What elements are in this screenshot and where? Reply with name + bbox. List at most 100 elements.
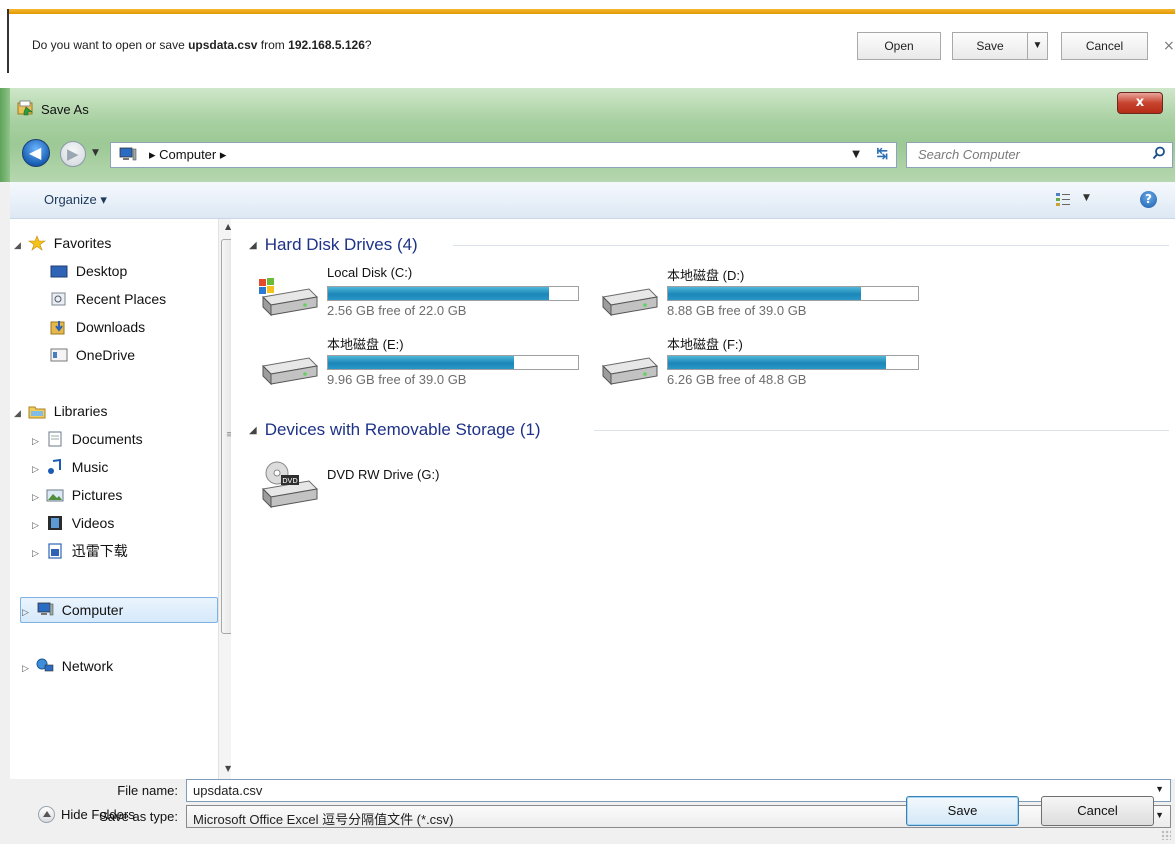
nav-music-label: Music — [71, 459, 109, 475]
hide-folders-button[interactable]: Hide Folders — [38, 806, 135, 823]
hard-disk-drives-heading[interactable]: ◢ Hard Disk Drives (4) — [249, 235, 418, 255]
nav-videos[interactable]: ▷ Videos — [32, 512, 114, 534]
desktop-icon — [50, 265, 68, 278]
breadcrumb-separator[interactable]: ▸ — [149, 147, 156, 162]
collapsed-arrow-icon[interactable]: ▷ — [32, 430, 42, 452]
removable-storage-heading[interactable]: ◢ Devices with Removable Storage (1) — [249, 420, 541, 440]
search-icon[interactable] — [1152, 146, 1166, 160]
resize-grip[interactable] — [1161, 830, 1171, 840]
navigation-pane: ◢ Favorites Desktop Recent Places Downlo… — [10, 219, 239, 779]
collapse-arrow-icon — [38, 806, 55, 823]
nav-libraries[interactable]: ◢ Libraries — [14, 400, 107, 422]
save-type-select[interactable]: Microsoft Office Excel 逗号分隔值文件 (*.csv) ▼ — [186, 805, 1171, 828]
expanded-arrow-icon[interactable]: ◢ — [14, 402, 24, 424]
save-as-dialog: Save As x ◀ ▶ ▼ ▸ Computer ▸ ▼ ↹ Search … — [0, 88, 1175, 844]
file-name-field[interactable]: upsdata.csv ▼ — [186, 779, 1171, 802]
drive-usage-fill — [328, 287, 549, 300]
group-divider — [453, 245, 1169, 246]
removable-storage-label: Devices with Removable Storage (1) — [264, 420, 541, 439]
notification-text-middle: from — [257, 38, 289, 52]
search-box[interactable]: Search Computer — [906, 142, 1173, 168]
nav-computer[interactable]: ▷ Computer — [22, 599, 123, 621]
breadcrumb-computer[interactable]: Computer — [159, 147, 216, 162]
collapsed-arrow-icon[interactable]: ▷ — [32, 486, 42, 508]
refresh-icon[interactable]: ↹ — [876, 146, 888, 162]
notification-accent-line — [7, 9, 1175, 14]
nav-recent-places[interactable]: Recent Places — [50, 288, 166, 310]
search-input[interactable]: Search Computer — [918, 147, 1020, 162]
view-options-dropdown[interactable]: ▼ — [1083, 193, 1090, 203]
expanded-arrow-icon[interactable]: ◢ — [14, 234, 24, 256]
save-type-dropdown-icon[interactable]: ▼ — [1155, 810, 1164, 820]
open-button[interactable]: Open — [857, 32, 941, 60]
nav-computer-label: Computer — [61, 602, 124, 618]
group-collapse-icon[interactable]: ◢ — [249, 240, 257, 251]
forward-arrow-icon: ▶ — [67, 145, 79, 163]
drive-item[interactable]: 本地磁盘 (D:) 8.88 GB free of 39.0 GB — [597, 265, 927, 321]
address-bar[interactable]: ▸ Computer ▸ ▼ ↹ — [110, 142, 897, 168]
cancel-button[interactable]: Cancel — [1061, 32, 1148, 60]
dialog-close-button[interactable]: x — [1117, 92, 1163, 114]
hard-disk-drives-label: Hard Disk Drives (4) — [264, 235, 418, 254]
drive-usage-fill — [328, 356, 515, 369]
nav-documents[interactable]: ▷ Documents — [32, 428, 143, 450]
star-icon — [27, 235, 46, 251]
nav-downloads-label: Downloads — [75, 319, 146, 335]
drive-item[interactable]: 本地磁盘 (E:) 9.96 GB free of 39.0 GB — [257, 334, 587, 390]
drive-usage-fill — [668, 287, 861, 300]
documents-icon — [48, 431, 62, 447]
notification-text-prefix: Do you want to open or save — [32, 38, 189, 52]
drive-usage-fill — [668, 356, 886, 369]
recent-places-icon — [51, 292, 66, 306]
forward-button[interactable]: ▶ — [60, 141, 86, 167]
save-button[interactable]: Save — [952, 32, 1028, 60]
system-drive-icon — [259, 278, 319, 317]
recent-locations-dropdown[interactable]: ▼ — [92, 148, 99, 158]
file-name-dropdown-icon[interactable]: ▼ — [1155, 784, 1164, 794]
back-button[interactable]: ◀ — [22, 139, 50, 167]
nav-onedrive[interactable]: OneDrive — [50, 344, 135, 366]
drive-usage-bar — [327, 286, 579, 301]
dialog-save-button[interactable]: Save — [906, 796, 1019, 826]
back-arrow-icon: ◀ — [29, 143, 42, 162]
download-notification-bar: Do you want to open or save upsdata.csv … — [0, 0, 1175, 88]
nav-xunlei-downloads[interactable]: ▷ 迅雷下载 — [32, 540, 128, 562]
dialog-cancel-button[interactable]: Cancel — [1041, 796, 1154, 826]
dvd-drive-name: DVD RW Drive (G:) — [327, 467, 440, 482]
drive-item[interactable]: 本地磁盘 (F:) 6.26 GB free of 48.8 GB — [597, 334, 927, 390]
organize-button[interactable]: Organize ▾ — [44, 192, 107, 208]
nav-desktop[interactable]: Desktop — [50, 260, 127, 282]
nav-pictures[interactable]: ▷ Pictures — [32, 484, 122, 506]
close-notification-icon[interactable]: × — [1163, 38, 1175, 54]
collapsed-arrow-icon[interactable]: ▷ — [22, 601, 32, 623]
collapsed-arrow-icon[interactable]: ▷ — [32, 458, 42, 480]
nav-recent-label: Recent Places — [75, 291, 167, 307]
drive-name: Local Disk (C:) — [327, 265, 413, 280]
dialog-title: Save As — [41, 102, 89, 117]
file-name-input[interactable]: upsdata.csv — [193, 783, 262, 798]
collapsed-arrow-icon[interactable]: ▷ — [22, 657, 32, 679]
address-dropdown-icon[interactable]: ▼ — [852, 149, 860, 160]
nav-network[interactable]: ▷ Network — [22, 655, 113, 677]
notification-host: 192.168.5.126 — [288, 38, 365, 52]
breadcrumb-separator[interactable]: ▸ — [220, 147, 227, 162]
drive-name: 本地磁盘 (D:) — [667, 268, 745, 283]
save-options-dropdown[interactable]: ▼ — [1027, 32, 1048, 60]
nav-favorites[interactable]: ◢ Favorites — [14, 232, 111, 254]
change-view-icon[interactable] — [1055, 191, 1071, 207]
collapsed-arrow-icon[interactable]: ▷ — [32, 542, 42, 564]
save-type-value: Microsoft Office Excel 逗号分隔值文件 (*.csv) — [193, 812, 454, 827]
hide-folders-label: Hide Folders — [61, 807, 135, 822]
dvd-drive-item[interactable]: DVD DVD RW Drive (G:) — [257, 455, 587, 511]
group-collapse-icon[interactable]: ◢ — [249, 425, 257, 436]
drive-item[interactable]: Local Disk (C:) 2.56 GB free of 22.0 GB — [257, 265, 587, 321]
help-icon[interactable]: ? — [1140, 191, 1157, 208]
nav-onedrive-label: OneDrive — [75, 347, 136, 363]
file-name-label: File name: — [117, 783, 178, 798]
hard-drive-icon — [261, 357, 319, 386]
videos-icon — [47, 516, 62, 530]
content-pane: ◢ Hard Disk Drives (4) Local Disk (C:) 2.… — [231, 219, 1175, 779]
collapsed-arrow-icon[interactable]: ▷ — [32, 514, 42, 536]
nav-downloads[interactable]: Downloads — [50, 316, 145, 338]
nav-music[interactable]: ▷ Music — [32, 456, 108, 478]
